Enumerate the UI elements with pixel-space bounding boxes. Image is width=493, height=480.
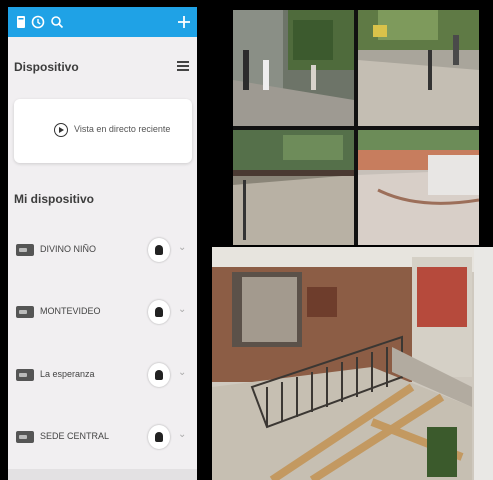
section-mi-dispositivo: Mi dispositivo	[8, 189, 197, 209]
dvr-icon	[16, 431, 34, 443]
section-mi-dispositivo-title: Mi dispositivo	[14, 192, 95, 206]
play-icon	[54, 123, 68, 137]
camera-feed-2[interactable]	[358, 10, 479, 126]
top-bar	[8, 7, 197, 37]
bottom-divider	[8, 469, 197, 480]
chevron-down-icon[interactable]: ⌄	[178, 429, 186, 440]
device-item[interactable]: SEDE CENTRAL ⌄	[8, 417, 197, 457]
cloud-icon[interactable]	[148, 300, 170, 324]
cloud-icon[interactable]	[148, 238, 170, 262]
section-dispositivo-title: Dispositivo	[14, 60, 79, 74]
cloud-icon[interactable]	[148, 363, 170, 387]
cloud-icon[interactable]	[148, 425, 170, 449]
camera-feed-4[interactable]	[358, 130, 479, 245]
device-name: MONTEVIDEO	[40, 306, 101, 316]
live-view-label: Vista en directo reciente	[74, 124, 171, 134]
camera-grid	[233, 10, 479, 245]
mobile-app-panel: Dispositivo Vista en directo reciente Mi…	[0, 0, 212, 480]
camera-feed-main[interactable]	[212, 247, 493, 480]
device-item[interactable]: MONTEVIDEO ⌄	[8, 292, 197, 332]
search-icon[interactable]	[48, 13, 66, 31]
device-name: DIVINO NIÑO	[40, 244, 97, 254]
chevron-down-icon[interactable]: ⌄	[178, 242, 186, 253]
device-name: SEDE CENTRAL	[40, 431, 110, 441]
camera-feed-3[interactable]	[233, 130, 354, 245]
device-item[interactable]: DIVINO NIÑO ⌄	[8, 230, 197, 270]
dvr-icon	[16, 306, 34, 318]
camera-feed-1[interactable]	[233, 10, 354, 126]
chevron-down-icon[interactable]: ⌄	[178, 304, 186, 315]
dvr-icon	[16, 369, 34, 381]
app-screen: Dispositivo Vista en directo reciente Mi…	[8, 7, 197, 480]
chevron-down-icon[interactable]: ⌄	[178, 367, 186, 378]
dvr-icon	[16, 244, 34, 256]
add-icon[interactable]	[175, 13, 193, 31]
history-icon[interactable]	[29, 13, 47, 31]
live-view-card[interactable]: Vista en directo reciente	[14, 99, 192, 163]
device-icon[interactable]	[12, 13, 30, 31]
device-name: La esperanza	[40, 369, 95, 379]
device-item[interactable]: La esperanza ⌄	[8, 355, 197, 395]
section-dispositivo: Dispositivo	[8, 57, 197, 77]
menu-icon[interactable]	[177, 59, 189, 73]
